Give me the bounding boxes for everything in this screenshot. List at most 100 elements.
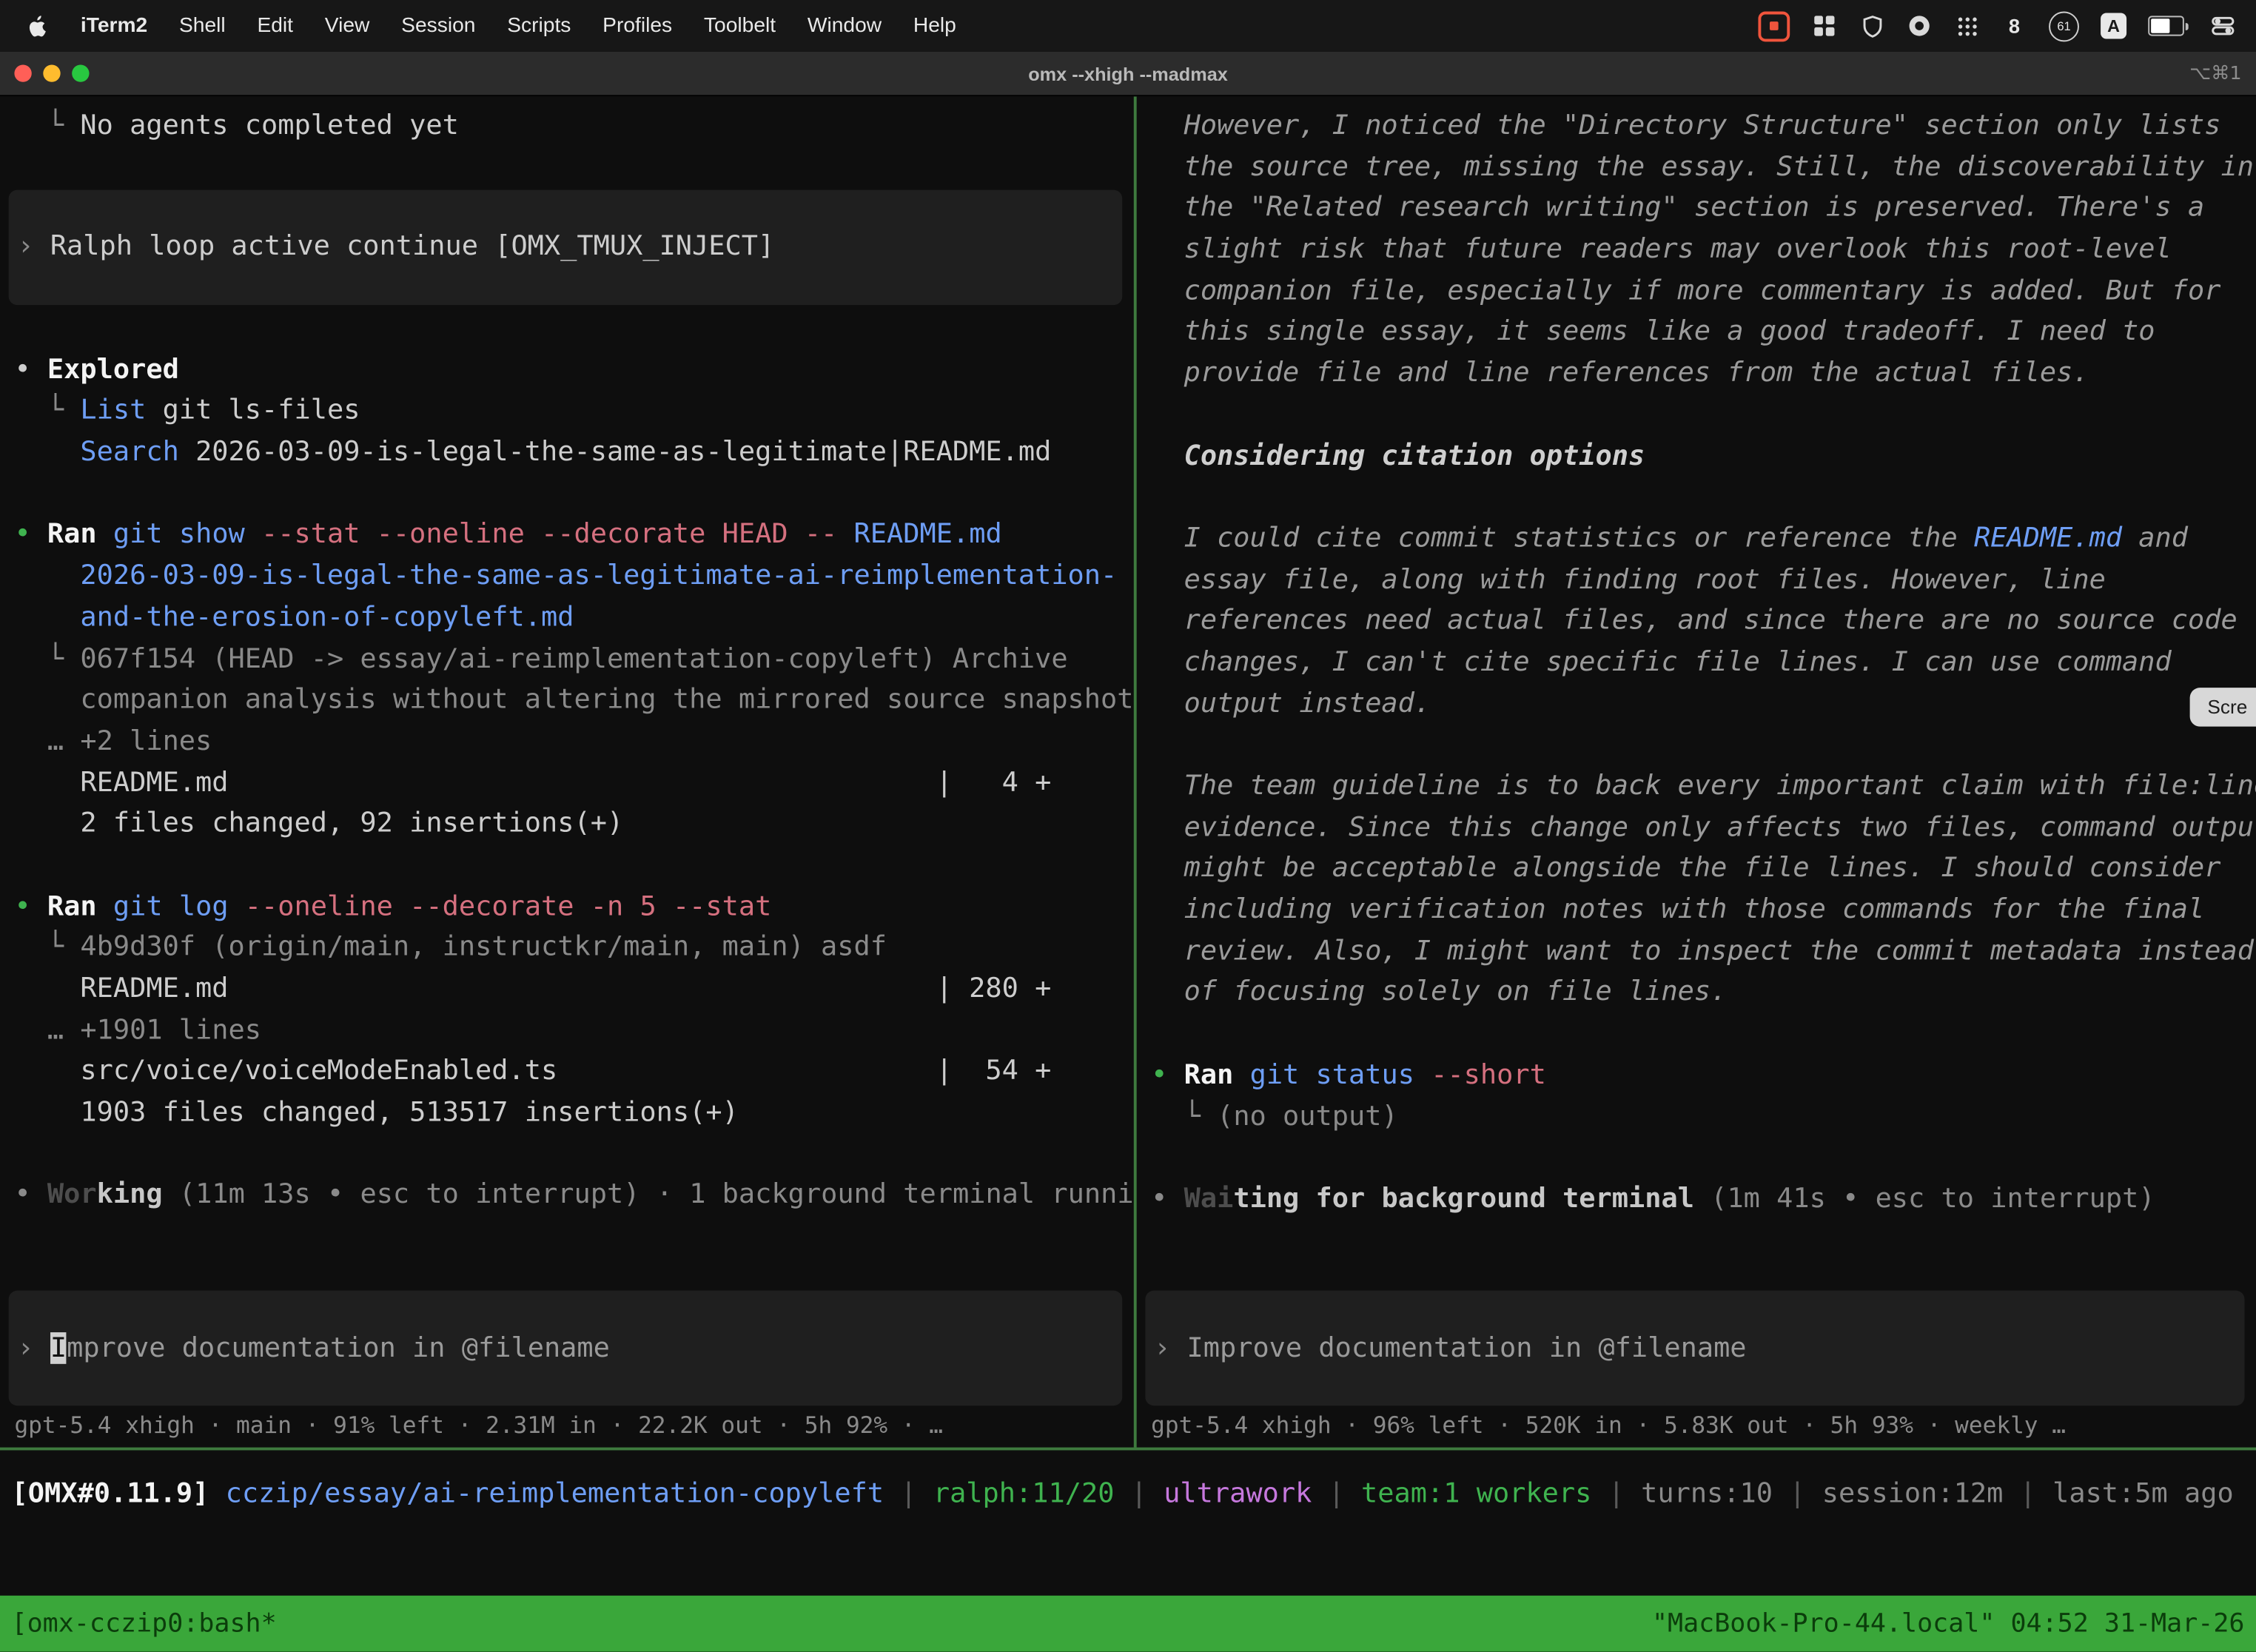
minimize-button[interactable] <box>43 64 60 81</box>
text-segment: cczip/essay/ai-reimplementation-copyleft <box>226 1477 884 1509</box>
window-grid-icon[interactable] <box>1811 12 1837 41</box>
omx-status-line: [OMX#0.11.9] cczip/essay/ai-reimplementa… <box>12 1474 2256 1515</box>
tmux-host-clock: "MacBook-Pro-44.local" 04:52 31-Mar-26 <box>1652 1608 2245 1639</box>
battery-percent-icon[interactable]: 61 <box>2049 11 2079 41</box>
text-segment: essay file, along with finding root file… <box>1151 563 2106 595</box>
text-segment: └ <box>14 110 80 141</box>
menu-item-session[interactable]: Session <box>401 14 475 37</box>
left-prompt-input[interactable]: › Improve documentation in @filename <box>9 1291 1123 1406</box>
terminal-line: • Waiting for background terminal (1m 41… <box>1151 1178 2256 1220</box>
control-center-icon[interactable] <box>2210 12 2236 41</box>
terminal-line: this single essay, it seems like a good … <box>1151 312 2256 353</box>
number-8-icon[interactable]: 8 <box>2001 12 2027 41</box>
terminal-line: src/voice/voiceModeEnabled.ts | 54 + <box>14 1051 1133 1092</box>
menu-item-view[interactable]: View <box>325 14 370 37</box>
dots-grid-icon[interactable] <box>1954 12 1980 41</box>
terminal-line <box>1151 724 2256 765</box>
text-segment: README.md | 4 + <box>14 766 1051 798</box>
circle-icon[interactable] <box>1907 12 1933 41</box>
tmux-panes: └ No agents completed yet › Ralph loop a… <box>0 96 2256 1447</box>
text-segment: README.md <box>854 519 1002 551</box>
window-title-bar[interactable]: omx --xhigh --madmax ⌥⌘1 <box>0 52 2256 96</box>
text-segment: gpt-5.4 xhigh · 96% left · 520K in · 5.8… <box>1151 1411 2066 1439</box>
text-segment: | <box>1312 1477 1361 1509</box>
shield-icon[interactable] <box>1859 12 1885 41</box>
menu-item-profiles[interactable]: Profiles <box>602 14 672 37</box>
screen-sharing-button[interactable]: Scre <box>2190 688 2256 726</box>
text-segment: team:1 workers <box>1361 1477 1591 1509</box>
text-segment: provide file and line references from th… <box>1151 357 2089 389</box>
text-segment: README.md <box>1974 522 2122 554</box>
menu-bar-status-icons: 8 61 A <box>1758 11 2256 41</box>
terminal-line: • Working (11m 13s • esc to interrupt) ·… <box>14 1175 1133 1216</box>
terminal-line: The team guideline is to back every impo… <box>1151 765 2256 807</box>
menu-item-shell[interactable]: Shell <box>179 14 226 37</box>
menu-item-window[interactable]: Window <box>808 14 882 37</box>
text-segment: mprove documentation in @filename <box>67 1332 610 1363</box>
right-agent-log: However, I noticed the "Directory Struct… <box>1151 105 2256 1220</box>
text-segment: 4b9d30f (origin/main, instructkr/main, m… <box>80 931 887 963</box>
terminal-line: companion analysis without altering the … <box>14 679 1133 721</box>
text-segment: | <box>884 1477 933 1509</box>
text-segment: ting for background terminal <box>1233 1183 1694 1215</box>
terminal-line <box>1151 477 2256 518</box>
text-segment: • <box>1151 1183 1184 1215</box>
battery-icon[interactable] <box>2148 12 2188 41</box>
left-prompt-text: › Improve documentation in @filename <box>17 1328 610 1369</box>
terminal-line: • Ran git status --short <box>1151 1055 2256 1096</box>
terminal-line <box>14 845 1133 886</box>
screen-recording-indicator[interactable] <box>1758 11 1790 41</box>
text-segment: ralph:11/20 <box>933 1477 1115 1509</box>
menu-item-toolbelt[interactable]: Toolbelt <box>704 14 776 37</box>
ralph-loop-banner: › Ralph loop active continue [OMX_TMUX_I… <box>9 189 1123 305</box>
text-segment: --stat --oneline --decorate HEAD -- <box>261 519 854 551</box>
terminal-line: might be acceptable alongside the file l… <box>1151 848 2256 890</box>
menu-item-app[interactable]: iTerm2 <box>81 14 147 37</box>
terminal-line: └ (no output) <box>1151 1095 2256 1137</box>
input-source-icon[interactable]: A <box>2101 13 2126 38</box>
text-segment: … +1901 lines <box>14 1014 261 1046</box>
terminal-line: └ No agents completed yet <box>14 105 1133 147</box>
text-segment: 2026-03-09-is-legal-the-same-as-legitima… <box>179 436 1052 468</box>
terminal-line: 2 files changed, 92 insertions(+) <box>14 803 1133 845</box>
text-segment: └ <box>14 642 80 674</box>
text-segment: references need actual files, and since … <box>1151 605 2237 637</box>
text-segment: this single essay, it seems like a good … <box>1151 316 2155 348</box>
left-session-status: gpt-5.4 xhigh · main · 91% left · 2.31M … <box>14 1411 1133 1439</box>
ralph-loop-text: › Ralph loop active continue [OMX_TMUX_I… <box>17 226 774 268</box>
terminal-line: • Ran git show --stat --oneline --decora… <box>14 514 1133 556</box>
window-title: omx --xhigh --madmax <box>0 63 2256 84</box>
window-shortcut-hint: ⌥⌘1 <box>2189 63 2256 84</box>
text-segment: | <box>1114 1477 1164 1509</box>
text-segment: companion analysis without altering the … <box>14 684 1133 716</box>
terminal-line <box>1151 1137 2256 1178</box>
terminal-line: Search 2026-03-09-is-legal-the-same-as-l… <box>14 432 1133 473</box>
text-segment: Ralph loop active continue [OMX_TMUX_INJ… <box>50 231 774 263</box>
text-segment: last:5m ago <box>2052 1477 2234 1509</box>
text-segment: session:12m <box>1822 1477 2004 1509</box>
terminal-line <box>14 1133 1133 1175</box>
right-prompt-input[interactable]: › Improve documentation in @filename <box>1145 1291 2244 1406</box>
text-segment: might be acceptable alongside the file l… <box>1151 853 2220 884</box>
terminal-line: provide file and line references from th… <box>1151 352 2256 394</box>
terminal-line: output instead. <box>1151 683 2256 725</box>
menu-item-scripts[interactable]: Scripts <box>507 14 571 37</box>
menu-items: iTerm2 Shell Edit View Session Scripts P… <box>0 12 956 41</box>
record-stop-glyph <box>1770 21 1779 30</box>
apple-logo-icon[interactable] <box>23 12 49 41</box>
text-segment: the source tree, missing the essay. Stil… <box>1151 151 2254 183</box>
text-segment: of focusing solely on file lines. <box>1151 976 1727 1008</box>
zoom-button[interactable] <box>72 64 89 81</box>
close-button[interactable] <box>14 64 31 81</box>
terminal-line: • Ran git log --oneline --decorate -n 5 … <box>14 886 1133 927</box>
right-bottom-group: › Improve documentation in @filename gpt… <box>1151 1291 2256 1439</box>
text-segment: • <box>1151 1058 1184 1090</box>
terminal-line: companion file, especially if more comme… <box>1151 270 2256 312</box>
menu-item-edit[interactable]: Edit <box>257 14 293 37</box>
tmux-session-name: [omx-cczip0:bash* <box>12 1608 277 1639</box>
terminal-line: README.md | 4 + <box>14 762 1133 803</box>
right-terminal-pane[interactable]: However, I noticed the "Directory Struct… <box>1137 96 2256 1447</box>
left-terminal-pane[interactable]: └ No agents completed yet › Ralph loop a… <box>0 96 1134 1447</box>
menu-item-help[interactable]: Help <box>913 14 956 37</box>
text-segment: Ran <box>47 519 113 551</box>
